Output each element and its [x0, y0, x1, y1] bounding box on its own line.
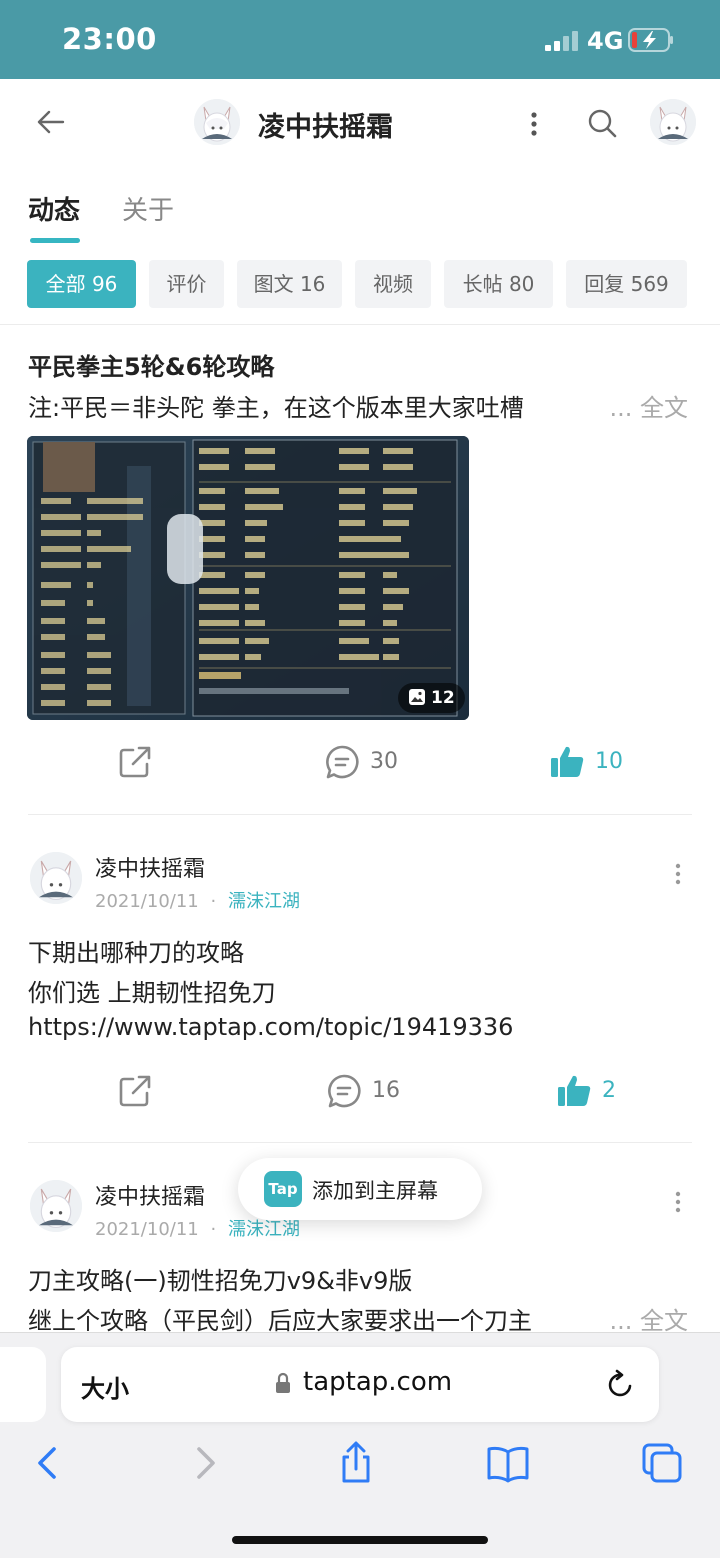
like-count: 10: [595, 749, 623, 774]
battery-charging-icon: [628, 28, 673, 52]
search-icon[interactable]: [586, 107, 618, 139]
author-avatar[interactable]: [30, 1180, 82, 1232]
filter-reviews[interactable]: 评价: [149, 260, 224, 308]
like-button[interactable]: 2: [556, 1073, 636, 1113]
author-name[interactable]: 凌中扶摇霜: [95, 851, 205, 883]
url-text[interactable]: taptap.com: [303, 1367, 452, 1397]
post-image[interactable]: [27, 436, 469, 720]
tab-activity[interactable]: 动态: [28, 190, 80, 227]
thumbs-up-icon: [551, 746, 584, 777]
fox-avatar-icon: [30, 852, 82, 904]
image-icon: [409, 689, 425, 705]
read-more-link[interactable]: ... 全文: [579, 1301, 688, 1336]
browser-toolbar: 大小 taptap.com: [0, 1332, 720, 1558]
like-button[interactable]: 10: [549, 744, 639, 784]
bookmarks-icon[interactable]: [486, 1441, 530, 1485]
game-stats-screenshot: [27, 436, 469, 720]
fox-avatar-icon: [650, 99, 696, 145]
forum-link[interactable]: 濡沫江湖: [228, 1219, 300, 1240]
forward-icon[interactable]: [183, 1441, 227, 1485]
lock-icon: [276, 1372, 290, 1393]
share-button[interactable]: [117, 1073, 157, 1113]
status-bar: 23:00 4G: [0, 0, 720, 79]
author-name[interactable]: 凌中扶摇霜: [95, 1179, 205, 1211]
back-icon[interactable]: [26, 1441, 70, 1485]
post-more-icon[interactable]: [674, 1191, 682, 1213]
address-bar[interactable]: 大小 taptap.com: [61, 1347, 659, 1422]
fox-avatar-icon: [194, 99, 240, 145]
author-avatar[interactable]: [30, 852, 82, 904]
more-vertical-icon[interactable]: [528, 109, 540, 139]
post-excerpt: 继上个攻略（平民剑）后应大家要求出一个刀主: [28, 1307, 532, 1335]
share-icon: [119, 746, 151, 778]
profile-header: 凌中扶摇霜: [0, 79, 720, 175]
post-body-link[interactable]: https://www.taptap.com/topic/19419336: [28, 1013, 513, 1041]
filter-image-text[interactable]: 图文 16: [237, 260, 342, 308]
share-icon: [119, 1075, 151, 1107]
taptap-logo: Tap: [264, 1171, 302, 1207]
page-title: 凌中扶摇霜: [258, 112, 393, 143]
image-count: 12: [431, 688, 455, 708]
comment-icon: [328, 1074, 361, 1108]
tab-about[interactable]: 关于: [122, 190, 174, 227]
toast-text: 添加到主屏幕: [312, 1179, 438, 1203]
post-title[interactable]: 平民拳主5轮&6轮攻略: [28, 347, 274, 382]
status-time: 23:00: [62, 22, 157, 56]
comment-button[interactable]: 30: [324, 744, 414, 784]
forum-link[interactable]: 濡沫江湖: [228, 891, 300, 912]
header-avatar[interactable]: [194, 99, 240, 145]
back-arrow-icon[interactable]: [36, 107, 66, 137]
profile-tabs: 动态 关于: [0, 178, 720, 248]
comment-count: 16: [372, 1078, 400, 1103]
post-body-line: 下期出哪种刀的攻略: [28, 939, 244, 967]
filter-all[interactable]: 全部 96: [27, 260, 136, 308]
current-user-avatar[interactable]: [650, 99, 696, 145]
add-to-homescreen-toast[interactable]: Tap 添加到主屏幕: [238, 1158, 482, 1220]
previous-tab-card[interactable]: [0, 1347, 46, 1422]
divider: [0, 324, 720, 325]
divider: [28, 814, 692, 815]
comment-count: 30: [370, 749, 398, 774]
meta-separator: ·: [210, 891, 217, 912]
post-title[interactable]: 刀主攻略(一)韧性招免刀v9&非v9版: [28, 1261, 412, 1296]
comment-icon: [326, 745, 359, 779]
divider: [28, 1142, 692, 1143]
filter-long-posts[interactable]: 长帖 80: [444, 260, 553, 308]
home-indicator: [232, 1536, 488, 1544]
meta-separator: ·: [210, 1219, 217, 1240]
post-date: 2021/10/11: [95, 1219, 199, 1240]
post-body-line: 你们选 上期韧性招免刀: [28, 979, 276, 1007]
post-date: 2021/10/11: [95, 891, 199, 912]
comment-button[interactable]: 16: [326, 1073, 416, 1113]
fox-avatar-icon: [30, 1180, 82, 1232]
share-sheet-icon[interactable]: [334, 1441, 378, 1485]
read-more-link[interactable]: ... 全文: [579, 388, 688, 423]
post-more-icon[interactable]: [674, 863, 682, 885]
filter-replies[interactable]: 回复 569: [566, 260, 687, 308]
active-tab-indicator: [30, 238, 80, 243]
filter-chips: 全部 96 评价 图文 16 视频 长帖 80 回复 569: [0, 260, 720, 308]
tabs-icon[interactable]: [640, 1441, 684, 1485]
like-count: 2: [602, 1078, 616, 1103]
share-button[interactable]: [117, 744, 157, 784]
thumbs-up-icon: [558, 1075, 591, 1106]
filter-video[interactable]: 视频: [355, 260, 431, 308]
text-size-button[interactable]: 大小: [81, 1369, 129, 1404]
signal-icon: [545, 31, 578, 51]
image-count-badge: 12: [398, 683, 465, 713]
post-meta: 2021/10/11 · 濡沫江湖: [95, 887, 300, 913]
network-type: 4G: [587, 27, 624, 55]
post-excerpt: 注:平民＝非头陀 拳主，在这个版本里大家吐槽: [28, 394, 524, 422]
reload-icon[interactable]: [605, 1369, 637, 1401]
